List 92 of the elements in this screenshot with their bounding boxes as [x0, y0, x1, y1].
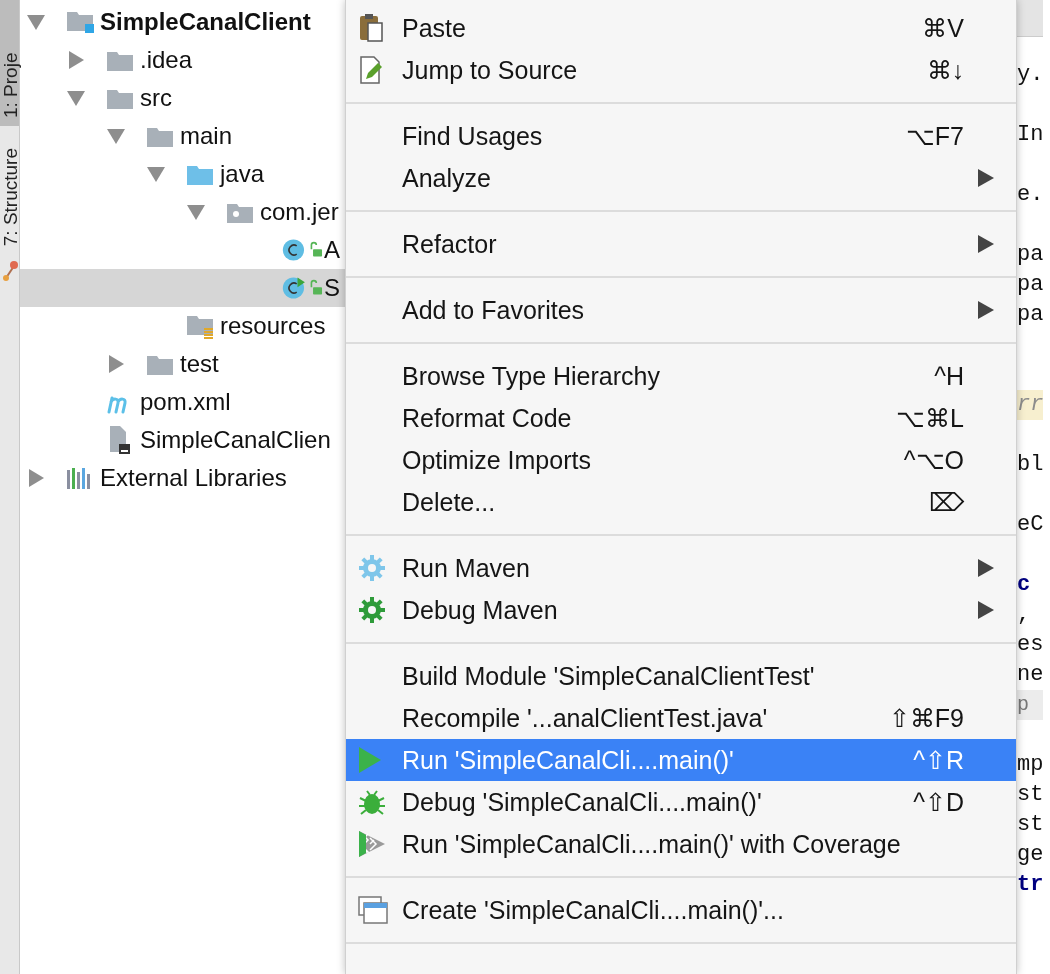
tool-window-tab[interactable]: 7: Structure	[0, 140, 19, 255]
edit-document-icon	[358, 55, 384, 85]
menu-item[interactable]: Recompile '...analClientTest.java' ⇧⌘F9	[346, 697, 1016, 739]
tree-row[interactable]: S	[20, 269, 345, 307]
menu-item[interactable]: Reformat Code ⌥⌘L	[346, 397, 1016, 439]
folder-icon	[186, 163, 214, 185]
menu-item[interactable]: Refactor	[346, 223, 1016, 265]
tree-row[interactable]: java	[20, 155, 345, 193]
tool-window-tab[interactable]: 1: Proje	[0, 0, 19, 126]
clipboard-icon	[358, 13, 384, 43]
menu-item[interactable]: Paste ⌘V	[346, 7, 1016, 49]
tree-label: External Libraries	[100, 464, 287, 492]
code-fragment: y.	[1017, 62, 1044, 87]
class-icon	[281, 236, 324, 264]
coverage-icon	[358, 830, 386, 858]
menu-item[interactable]: Delete... ⌦	[346, 481, 1016, 523]
menu-item[interactable]: Create 'SimpleCanalCli....main()'...	[346, 889, 1016, 931]
resources-folder-icon	[186, 313, 216, 339]
expanded-arrow-icon[interactable]	[147, 165, 165, 183]
code-fragment: rr	[1017, 392, 1044, 417]
menu-item[interactable]: Run 'SimpleCanalCli....main()' ^⇧R	[346, 739, 1016, 781]
folder-icon	[106, 49, 134, 71]
runnable-class-icon	[281, 274, 324, 302]
code-fragment: mp	[1017, 752, 1044, 777]
code-fragment: pa	[1017, 272, 1044, 297]
tree-label: SimpleCanalClient	[100, 8, 311, 36]
expanded-arrow-icon[interactable]	[187, 203, 205, 221]
tree-row[interactable]: A	[20, 231, 345, 269]
tree-label: S	[324, 274, 340, 302]
play-icon	[358, 746, 382, 774]
tree-label: pom.xml	[140, 388, 231, 416]
code-fragment: ge	[1017, 842, 1044, 867]
tree-label: A	[324, 236, 340, 264]
menu-item[interactable]: Optimize Imports ^⌥O	[346, 439, 1016, 481]
menu-item[interactable]: Jump to Source ⌘↓	[346, 49, 1016, 91]
tree-row[interactable]: SimpleCanalClien	[20, 421, 345, 459]
tree-row[interactable]: pom.xml	[20, 383, 345, 421]
code-fragment: st	[1017, 812, 1044, 837]
tree-label: test	[180, 350, 219, 378]
expanded-arrow-icon[interactable]	[107, 127, 125, 145]
menu-item[interactable]: Debug 'SimpleCanalCli....main()' ^⇧D	[346, 781, 1016, 823]
code-fragment: e.	[1017, 182, 1044, 207]
collapsed-arrow-icon[interactable]	[27, 469, 45, 487]
folder-icon	[146, 353, 174, 375]
folder-icon	[146, 125, 174, 147]
tree-label: resources	[220, 312, 326, 340]
menu-item[interactable]: Analyze	[346, 157, 1016, 199]
code-fragment: In	[1017, 122, 1044, 147]
code-fragment: tr	[1017, 872, 1044, 897]
bug-icon	[358, 788, 386, 816]
gear-icon	[358, 596, 386, 624]
tree-row[interactable]: resources	[20, 307, 345, 345]
tree-row[interactable]: main	[20, 117, 345, 155]
package-folder-icon	[226, 201, 254, 223]
module-folder-icon	[66, 9, 96, 35]
menu-item[interactable]: Debug Maven	[346, 589, 1016, 631]
code-fragment: ne	[1017, 662, 1044, 687]
code-fragment: ,	[1017, 602, 1031, 627]
tree-row[interactable]: SimpleCanalClient	[20, 3, 345, 41]
code-fragment: p	[1017, 693, 1029, 716]
tree-row[interactable]: test	[20, 345, 345, 383]
folder-icon	[106, 87, 134, 109]
tree-label: com.jer	[260, 198, 339, 226]
code-fragment: pa	[1017, 302, 1044, 327]
gear-icon	[358, 554, 386, 582]
tree-label: src	[140, 84, 172, 112]
code-fragment: st	[1017, 782, 1044, 807]
tree-label: main	[180, 122, 233, 150]
code-fragment: c	[1017, 572, 1031, 597]
menu-item[interactable]: Run Maven	[346, 547, 1016, 589]
tree-row[interactable]: .idea	[20, 41, 345, 79]
code-fragment: eC	[1017, 512, 1044, 537]
menu-item[interactable]: Run 'SimpleCanalCli....main()' with Coverage	[346, 823, 1016, 865]
tree-label: .idea	[140, 46, 193, 74]
window-icon	[358, 896, 388, 924]
tree-row[interactable]: src	[20, 79, 345, 117]
expanded-arrow-icon[interactable]	[27, 13, 45, 31]
tree-label: java	[220, 160, 265, 188]
code-fragment: es	[1017, 632, 1044, 657]
menu-item[interactable]: Add to Favorites	[346, 289, 1016, 331]
tree-row[interactable]: External Libraries	[20, 459, 345, 497]
tree-label: SimpleCanalClien	[140, 426, 331, 454]
collapsed-arrow-icon[interactable]	[67, 51, 85, 69]
expanded-arrow-icon[interactable]	[67, 89, 85, 107]
hierarchy-icon[interactable]	[1, 260, 18, 283]
menu-item[interactable]: Build Module 'SimpleCanalClientTest'	[346, 655, 1016, 697]
collapsed-arrow-icon[interactable]	[107, 355, 125, 373]
tree-row[interactable]: com.jer	[20, 193, 345, 231]
code-fragment: bl	[1017, 452, 1044, 477]
code-fragment: pa	[1017, 242, 1044, 267]
menu-item[interactable]: Browse Type Hierarchy ^H	[346, 355, 1016, 397]
menu-item[interactable]: Find Usages ⌥F7	[346, 115, 1016, 157]
